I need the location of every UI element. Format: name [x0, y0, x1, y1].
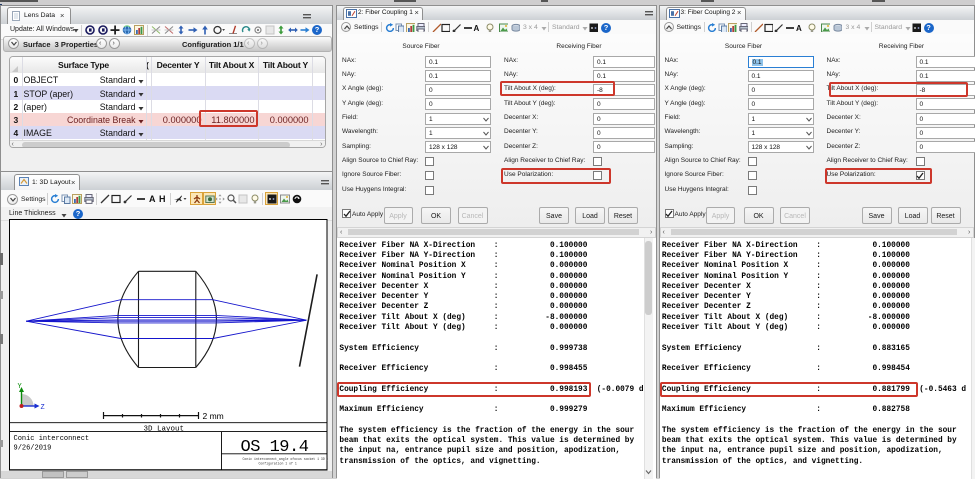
- svg-text:Conic interconnect: Conic interconnect: [13, 435, 89, 443]
- svg-text:3D Layout: 3D Layout: [143, 426, 184, 434]
- svg-text:Z: Z: [40, 404, 44, 412]
- svg-text:2 mm: 2 mm: [202, 411, 223, 421]
- svg-text:Configuration 1 of 1: Configuration 1 of 1: [258, 462, 296, 466]
- svg-text:9/26/2019: 9/26/2019: [13, 445, 51, 453]
- svg-text:Conic interconnect_angle ofocu: Conic interconnect_angle ofocus socket 1…: [242, 457, 328, 461]
